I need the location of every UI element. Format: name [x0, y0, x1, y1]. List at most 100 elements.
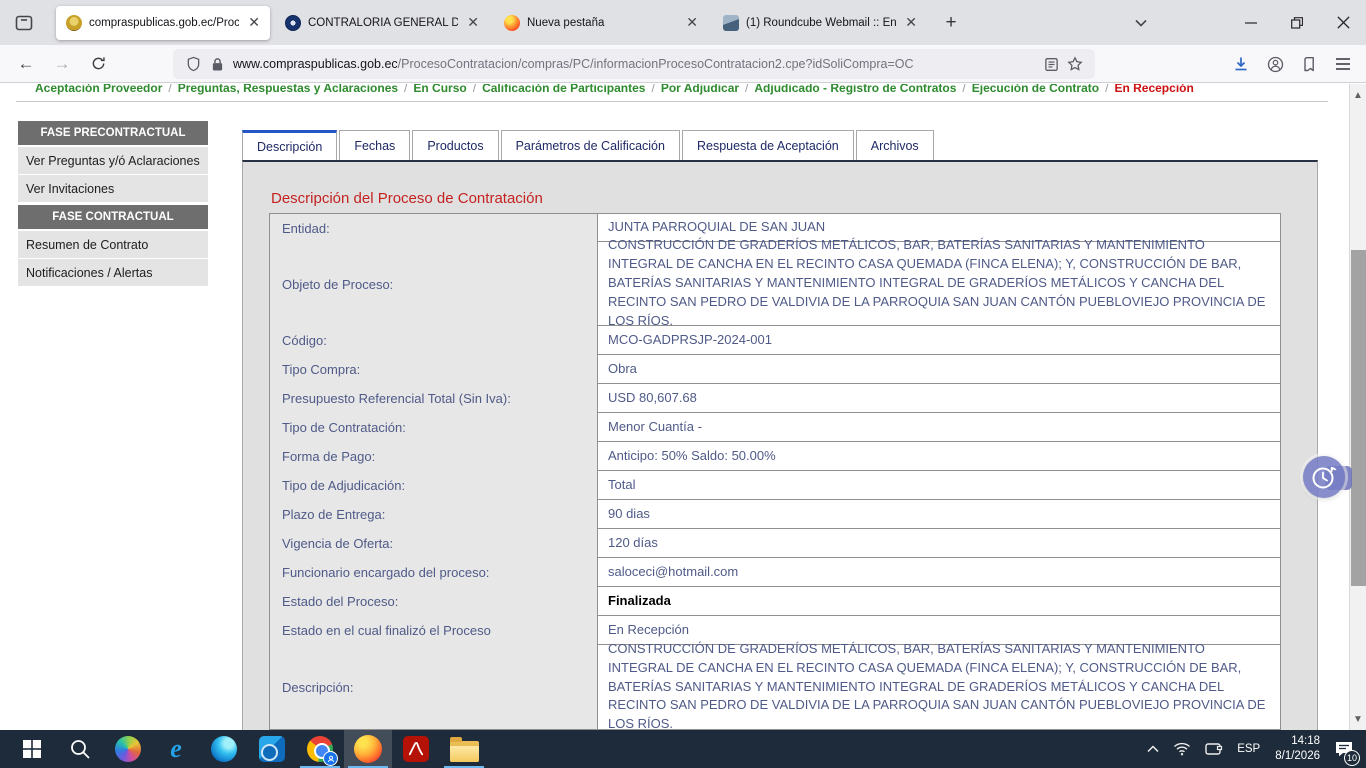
- reader-mode-icon[interactable]: [1039, 52, 1063, 76]
- account-icon[interactable]: [1258, 49, 1292, 79]
- forward-button[interactable]: →: [46, 49, 78, 79]
- scrollbar-thumb[interactable]: [1351, 250, 1366, 586]
- breadcrumb-divider: [16, 101, 1328, 102]
- process-info-table: Entidad: JUNTA PARROQUIAL DE SAN JUAN Ob…: [269, 213, 1281, 730]
- close-window-button[interactable]: [1320, 0, 1366, 45]
- breadcrumb-link[interactable]: Por Adjudicar: [661, 84, 739, 95]
- sidebar-header-precontractual: FASE PRECONTRACTUAL: [18, 121, 208, 145]
- floating-widget[interactable]: [1303, 456, 1352, 500]
- language-indicator[interactable]: ESP: [1230, 730, 1267, 768]
- taskbar-outlook-icon[interactable]: [248, 730, 296, 768]
- downloads-icon[interactable]: [1224, 49, 1258, 79]
- field-label: Plazo de Entrega:: [270, 500, 597, 529]
- table-row: Tipo de Adjudicación: Total: [270, 471, 1280, 500]
- tab-productos[interactable]: Productos: [412, 130, 498, 160]
- minimize-button[interactable]: [1228, 0, 1274, 45]
- back-button[interactable]: ←: [10, 49, 42, 79]
- tab-close-icon[interactable]: ✕: [684, 14, 700, 31]
- taskbar-clock[interactable]: 14:18 8/1/2026: [1267, 730, 1328, 768]
- firefox-view-icon[interactable]: [8, 7, 40, 39]
- url-path: /ProcesoContratacion/compras/PC/informac…: [398, 57, 914, 71]
- tray-chevron-up-icon[interactable]: [1140, 730, 1166, 768]
- breadcrumb-link[interactable]: Adjudicado - Registro de Contratos: [754, 84, 956, 95]
- start-button[interactable]: [8, 730, 56, 768]
- breadcrumb-link[interactable]: Ejecución de Contrato: [972, 84, 1099, 95]
- menu-hamburger-icon[interactable]: [1326, 49, 1360, 79]
- firefox-favicon: [504, 15, 520, 31]
- field-value: Menor Cuantía -: [597, 413, 1280, 442]
- scroll-down-icon[interactable]: ▼: [1350, 711, 1366, 727]
- tab-archivos[interactable]: Archivos: [856, 130, 934, 160]
- taskbar-search-icon[interactable]: [56, 730, 104, 768]
- url-bar[interactable]: www.compraspublicas.gob.ec/ProcesoContra…: [173, 49, 1095, 79]
- breadcrumb-link[interactable]: Aceptación Proveedor: [35, 84, 162, 95]
- field-value: 90 dias: [597, 500, 1280, 529]
- page-scrollbar[interactable]: ▲ ▼: [1349, 84, 1366, 730]
- taskbar-chrome-icon[interactable]: [296, 730, 344, 768]
- chrome-profile-badge: [323, 751, 338, 766]
- field-value: saloceci@hotmail.com: [597, 558, 1280, 587]
- breadcrumb-separator: /: [645, 84, 660, 95]
- sidebar-item-notificaciones[interactable]: Notificaciones / Alertas: [18, 259, 208, 286]
- taskbar-firefox-icon[interactable]: [344, 730, 392, 768]
- breadcrumb-link[interactable]: Preguntas, Respuestas y Aclaraciones: [178, 84, 398, 95]
- table-row: Forma de Pago: Anticipo: 50% Saldo: 50.0…: [270, 442, 1280, 471]
- clock-widget-icon[interactable]: [1303, 456, 1345, 498]
- sidebar-item-resumen-contrato[interactable]: Resumen de Contrato: [18, 231, 208, 258]
- contraloria-favicon: [285, 15, 301, 31]
- roundcube-favicon: [723, 15, 739, 31]
- action-center-icon[interactable]: 10: [1328, 730, 1366, 768]
- browser-tab-contraloria[interactable]: CONTRALORIA GENERAL DEL ES ✕: [275, 6, 489, 40]
- field-label: Estado en el cual finalizó el Proceso: [270, 616, 597, 645]
- restore-button[interactable]: [1274, 0, 1320, 45]
- tab-close-icon[interactable]: ✕: [903, 14, 919, 31]
- table-row: Presupuesto Referencial Total (Sin Iva):…: [270, 384, 1280, 413]
- breadcrumb-separator: /: [467, 84, 482, 95]
- sidebar-item-ver-preguntas[interactable]: Ver Preguntas y/ó Aclaraciones: [18, 147, 208, 174]
- field-label: Objeto de Proceso:: [270, 242, 597, 326]
- field-label: Estado del Proceso:: [270, 587, 597, 616]
- breadcrumb-current: En Recepción: [1114, 84, 1193, 95]
- toolbar-right-icons: [1224, 49, 1360, 79]
- scroll-up-icon[interactable]: ▲: [1350, 87, 1366, 103]
- tab-descripcion[interactable]: Descripción: [242, 130, 337, 160]
- reload-button[interactable]: [82, 49, 114, 79]
- field-label: Vigencia de Oferta:: [270, 529, 597, 558]
- tab-close-icon[interactable]: ✕: [246, 14, 262, 31]
- browser-tab-new[interactable]: Nueva pestaña ✕: [494, 6, 708, 40]
- taskbar-acrobat-icon[interactable]: [392, 730, 440, 768]
- tab-parametros[interactable]: Parámetros de Calificación: [501, 130, 680, 160]
- touch-keyboard-icon[interactable]: [1198, 730, 1230, 768]
- tab-title: compraspublicas.gob.ec/Proces: [89, 17, 239, 29]
- wifi-icon[interactable]: [1166, 730, 1198, 768]
- new-tab-button[interactable]: +: [936, 8, 966, 38]
- system-tray: ESP 14:18 8/1/2026 10: [1140, 730, 1366, 768]
- sidebar-item-ver-invitaciones[interactable]: Ver Invitaciones: [18, 175, 208, 202]
- description-panel: Descripción del Proceso de Contratación …: [242, 160, 1318, 730]
- lock-icon[interactable]: [205, 52, 229, 76]
- tab-close-icon[interactable]: ✕: [465, 14, 481, 31]
- bookmark-star-icon[interactable]: [1063, 52, 1087, 76]
- extensions-icon[interactable]: [1292, 49, 1326, 79]
- browser-tab-roundcube[interactable]: (1) Roundcube Webmail :: Entra ✕: [713, 6, 927, 40]
- field-value: CONSTRUCCIÓN DE GRADERÍOS METÁLICOS, BAR…: [597, 645, 1280, 729]
- tab-fechas[interactable]: Fechas: [339, 130, 410, 160]
- list-all-tabs-icon[interactable]: [1124, 8, 1158, 38]
- breadcrumb-link[interactable]: En Curso: [413, 84, 466, 95]
- field-value: CONSTRUCCIÓN DE GRADERÍOS METÁLICOS, BAR…: [597, 242, 1280, 326]
- taskbar-edge-icon[interactable]: [200, 730, 248, 768]
- field-label: Código:: [270, 326, 597, 355]
- tab-respuesta[interactable]: Respuesta de Aceptación: [682, 130, 854, 160]
- taskbar-copilot-icon[interactable]: [104, 730, 152, 768]
- process-tabs: Descripción Fechas Productos Parámetros …: [242, 130, 936, 160]
- breadcrumb-link[interactable]: Calificación de Participantes: [482, 84, 645, 95]
- taskbar-internet-explorer-icon[interactable]: e: [152, 730, 200, 768]
- sidebar-header-contractual: FASE CONTRACTUAL: [18, 205, 208, 229]
- field-value: Anticipo: 50% Saldo: 50.00%: [597, 442, 1280, 471]
- tracking-shield-icon[interactable]: [181, 52, 205, 76]
- field-label: Descripción:: [270, 645, 597, 729]
- breadcrumb-separator: /: [739, 84, 754, 95]
- breadcrumb-separator: /: [162, 84, 177, 95]
- browser-tab-compraspublicas[interactable]: compraspublicas.gob.ec/Proces ✕: [56, 6, 270, 40]
- taskbar-file-explorer-icon[interactable]: [440, 730, 488, 768]
